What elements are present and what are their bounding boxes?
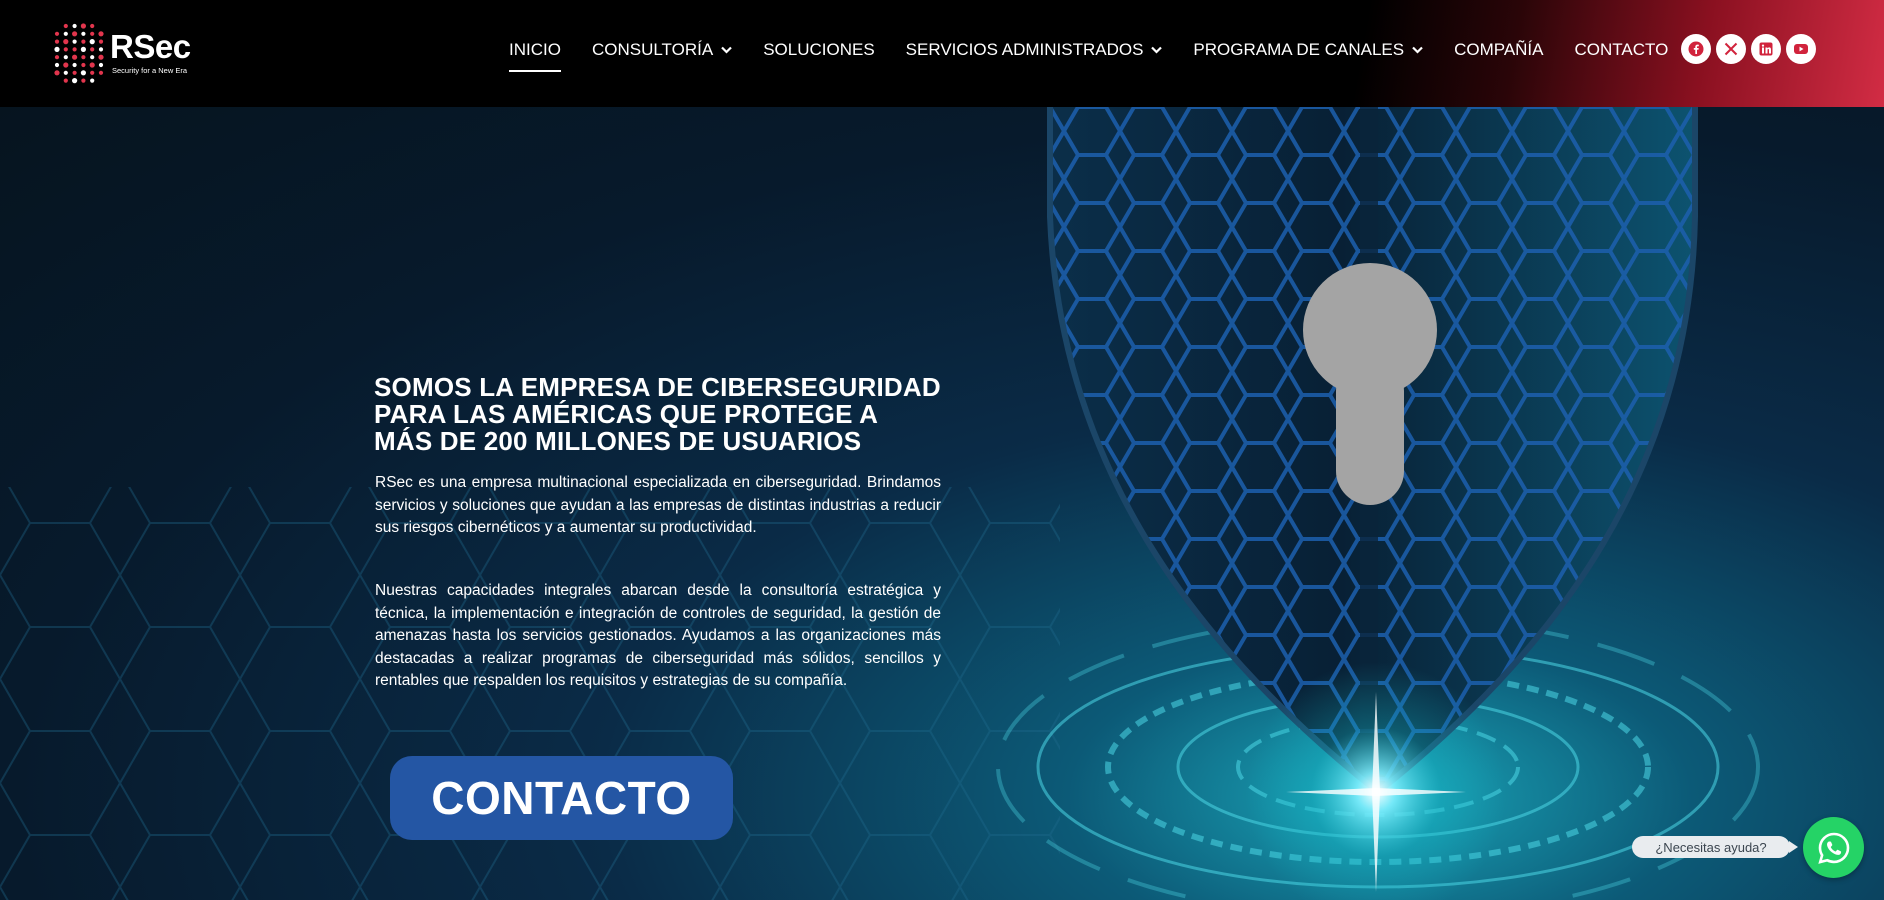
nav-item-programa-de-canales[interactable]: PROGRAMA DE CANALES [1193, 40, 1423, 60]
logo-dot [54, 70, 60, 76]
x-link[interactable] [1716, 34, 1746, 64]
hero-section: SOMOS LA EMPRESA DE CIBERSEGURIDAD PARA … [0, 107, 1884, 900]
logo-dot [63, 23, 68, 29]
brand-tagline: Security for a New Era [112, 66, 188, 75]
nav-item-label: SERVICIOS ADMINISTRADOS [905, 40, 1144, 59]
whatsapp-button[interactable] [1803, 817, 1864, 878]
youtube-link[interactable] [1786, 34, 1816, 64]
chevron-down-icon [721, 46, 732, 54]
social-links [1681, 34, 1821, 64]
logo-dot [72, 70, 77, 75]
hero-paragraph-intro: RSec es una empresa multinacional especi… [375, 474, 941, 537]
logo-dot [81, 55, 86, 60]
logo-dot [98, 70, 104, 75]
logo-dot [81, 39, 86, 44]
x-icon [1724, 42, 1738, 56]
logo-dot [63, 70, 68, 75]
logo-dot [72, 39, 77, 44]
nav-item-label: INICIO [509, 40, 561, 59]
logo-dot [54, 39, 60, 44]
logo-dot [90, 70, 95, 75]
logo-dot [90, 78, 95, 83]
brand-logo[interactable]: RSec Security for a New Era [52, 20, 202, 86]
logo-dots-icon [54, 23, 104, 84]
logo-dot [80, 70, 86, 76]
logo-dot [98, 54, 104, 60]
shield-lock-illustration [0, 107, 1760, 900]
chevron-down-icon [1151, 46, 1163, 54]
logo-dot [72, 23, 77, 29]
logo-dot [98, 39, 104, 44]
logo-dot [54, 62, 60, 68]
chevron-down-icon [1412, 46, 1423, 54]
logo-dot [80, 23, 86, 29]
logo-dot [63, 31, 68, 36]
logo-dot [72, 47, 77, 52]
headline-line-2: PARA LAS AMÉRICAS QUE PROTEGE A [374, 399, 879, 429]
hero-headline: SOMOS LA EMPRESA DE CIBERSEGURIDAD PARA … [374, 374, 954, 455]
logo-dot [72, 78, 78, 84]
logo-dot [90, 55, 95, 60]
logo-dot [89, 62, 95, 68]
nav-item-consultoria[interactable]: CONSULTORÍA [592, 40, 732, 60]
linkedin-icon [1759, 42, 1773, 56]
linkedin-link[interactable] [1751, 34, 1781, 64]
logo-dot [90, 23, 95, 29]
youtube-icon [1794, 44, 1808, 54]
facebook-link[interactable] [1681, 34, 1711, 64]
logo-dot [81, 62, 86, 68]
logo-dot [54, 46, 60, 52]
logo-dot [63, 55, 68, 60]
headline-line-1: SOMOS LA EMPRESA DE CIBERSEGURIDAD [374, 372, 941, 402]
nav-item-inicio[interactable]: INICIO [509, 40, 561, 72]
logo-dot [54, 31, 60, 36]
logo-dot [98, 47, 104, 52]
logo-dot [54, 55, 60, 60]
nav-item-label: CONTACTO [1574, 40, 1669, 59]
logo-dot [63, 47, 68, 52]
logo-dot [89, 39, 95, 45]
whatsapp-tooltip: ¿Necesitas ayuda? [1632, 836, 1798, 858]
headline-line-3: MÁS DE 200 MILLONES DE USUARIOS [374, 426, 862, 456]
nav-item-label: CONSULTORÍA [591, 40, 714, 59]
nav-item-label: COMPAÑÍA [1454, 40, 1544, 59]
hero-paragraph-capabilities: Nuestras capacidades integrales abarcan … [375, 582, 941, 690]
main-nav: INICIO CONSULTORÍA SOLUCIONES SERVICIOS … [509, 38, 1699, 72]
logo-dot [63, 78, 68, 83]
nav-item-servicios-administrados[interactable]: SERVICIOS ADMINISTRADOS [906, 40, 1163, 60]
logo-dot [72, 31, 78, 37]
logo-dot [72, 54, 78, 60]
logo-dot [72, 62, 77, 68]
logo-dot [63, 62, 69, 68]
facebook-icon [1688, 41, 1704, 57]
brand-name: RSec [110, 28, 191, 65]
nav-item-contacto[interactable]: CONTACTO [1575, 40, 1669, 60]
logo-dot [80, 46, 86, 52]
logo-dot [98, 31, 104, 37]
logo-dot [81, 78, 86, 83]
logo-dot [90, 47, 95, 52]
logo-dot [98, 62, 104, 68]
logo-dot [63, 39, 69, 45]
nav-item-soluciones[interactable]: SOLUCIONES [763, 40, 874, 60]
whatsapp-icon [1817, 832, 1849, 864]
nav-item-label: SOLUCIONES [763, 40, 875, 59]
contacto-button[interactable]: CONTACTO [390, 756, 733, 840]
nav-item-compania[interactable]: COMPAÑÍA [1454, 40, 1543, 60]
nav-item-label: PROGRAMA DE CANALES [1193, 40, 1405, 59]
logo-dot [90, 31, 95, 36]
site-header: RSec Security for a New Era INICIO CONSU… [0, 0, 1884, 107]
logo-dot [81, 31, 86, 36]
